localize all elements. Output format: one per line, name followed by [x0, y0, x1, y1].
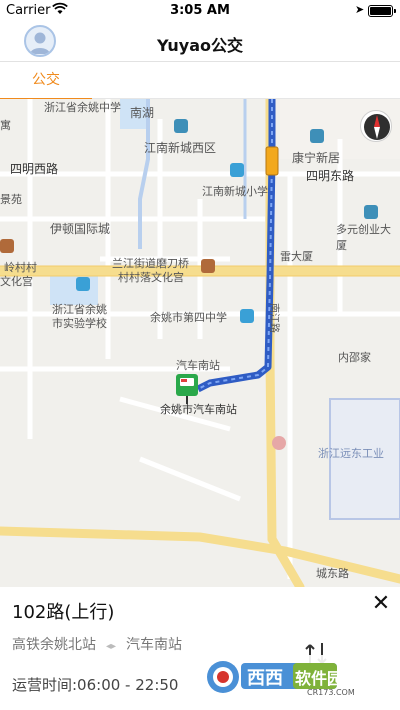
page-title: Yuyao公交: [156, 36, 244, 55]
map-label-kangning: 康宁新居: [292, 151, 341, 165]
bidirectional-arrow-icon: ◂▸: [106, 641, 117, 652]
map-label-bus-south-station: 余姚市汽车南站: [160, 403, 237, 416]
map-label-jingyuan: 景苑: [0, 193, 22, 206]
map-label-lanjiang-2: 村村落文化宫: [118, 271, 184, 284]
map-label-neishaojia: 内邵家: [338, 351, 371, 364]
close-button[interactable]: ✕: [368, 592, 394, 618]
location-arrow-icon: ➤: [355, 3, 365, 16]
route-name: 102路(上行): [12, 602, 115, 623]
map-label-kai-road: 南江路: [268, 303, 279, 333]
navigation-bar: Yuyao公交: [0, 22, 400, 62]
route-from: 高铁余姚北站: [12, 637, 96, 653]
tab-bar: 公交: [0, 63, 400, 100]
compass-button[interactable]: [360, 110, 392, 142]
map-label-yu: 寓: [0, 119, 11, 132]
map-label-school-top: 浙江省余姚中学: [44, 101, 121, 114]
map-label-jiangnan-west: 江南新城西区: [144, 141, 217, 155]
map-label-siming-east: 四明东路: [306, 169, 355, 183]
map-view[interactable]: 浙江省余姚中学 南湖 寓 江南新城西区 四明西路 康宁新居 四明东路 江南新城小…: [0, 99, 400, 587]
watermark-url: CR173.COM: [307, 688, 355, 697]
compass-icon: [364, 114, 390, 140]
status-bar: Carrier 3:05 AM ➤: [0, 0, 400, 22]
watermark-text: 软件园: [295, 669, 344, 688]
map-label-school-exp-2: 市实验学校: [52, 317, 107, 330]
map-label-siming-west: 四明西路: [10, 162, 59, 176]
map-label-duoyuan: 多元创业大厦: [336, 223, 391, 252]
map-label-yidun: 伊顿国际城: [50, 222, 111, 236]
map-label-leidasha: 雷大厦: [280, 250, 313, 263]
close-icon: ✕: [371, 591, 391, 616]
map-label-nanhu: 南湖: [130, 106, 155, 120]
watermark-logo: 西西 软件园 CR173.COM: [203, 655, 379, 699]
route-stations: 高铁余姚北站 ◂▸ 汽车南站: [12, 634, 182, 654]
operating-hours: 运营时间:06:00 - 22:50: [12, 676, 179, 694]
clock: 3:05 AM: [170, 3, 230, 18]
map-label-jiangnan-xiaoxue: 江南新城小学: [202, 185, 268, 198]
tab-bus[interactable]: 公交: [0, 63, 92, 100]
map-label-bus-south-top: 汽车南站: [176, 359, 220, 372]
watermark-brand: 西西: [247, 668, 283, 689]
battery-icon: [368, 5, 396, 17]
map-label-ling-village-2: 文化宫: [0, 275, 33, 288]
map-label-no4-school: 余姚市第四中学: [150, 311, 227, 324]
map-label-yuandong: 浙江远东工业: [318, 447, 384, 460]
map-label-chengdong: 城东路: [316, 567, 349, 580]
tab-bus-label: 公交: [32, 72, 60, 88]
route-to: 汽车南站: [126, 637, 183, 653]
